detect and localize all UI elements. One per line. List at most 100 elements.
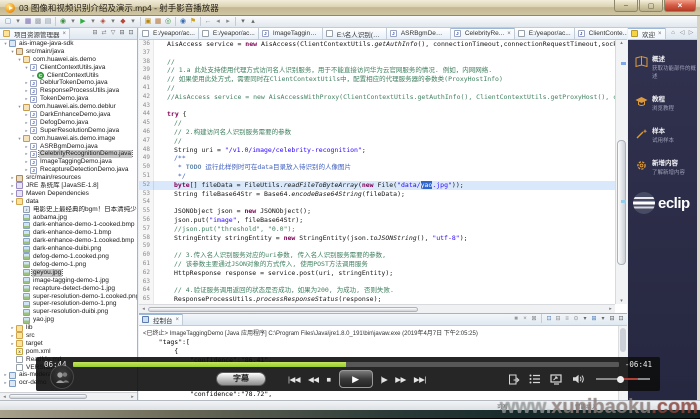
welcome-item[interactable]: 教程浏览教程 <box>635 93 697 112</box>
editor-tab[interactable]: E:/yeapor/ac... <box>139 28 199 40</box>
code-line[interactable]: 55JSONObject json = new JSONObject(); <box>139 207 615 216</box>
tree-item[interactable]: dark-enhance-demo-1.cooked.bmp <box>0 237 137 245</box>
dropdown-icon[interactable]: ▾ <box>68 16 78 27</box>
display-selected-icon[interactable]: ▾ <box>581 314 589 325</box>
code-line[interactable]: 59 <box>139 242 615 251</box>
close-icon[interactable]: × <box>658 31 662 37</box>
frame-step-button[interactable]: |▶ <box>381 375 388 384</box>
expand-icon[interactable]: ▸ <box>23 88 30 94</box>
expand-icon[interactable]: ▸ <box>23 144 30 150</box>
tree-item[interactable]: ▾data <box>0 198 137 206</box>
fast-forward-button[interactable]: ▶▶ <box>395 375 406 384</box>
editor-vscrollbar[interactable]: ▴ ▾ <box>615 40 627 304</box>
clear-console-icon[interactable]: ⊡ <box>545 314 553 325</box>
open-file-icon[interactable] <box>508 374 520 385</box>
code-line[interactable]: 46// 2.构建访问名人识别服务需要的参数 <box>139 128 615 137</box>
scroll-right-icon[interactable]: ▸ <box>606 306 615 312</box>
remove-launch-icon[interactable]: × <box>521 314 529 325</box>
code-line[interactable]: 41// <box>139 84 615 93</box>
run-icon[interactable]: ▶ <box>78 16 88 27</box>
maximize-icon[interactable]: ⊡ <box>127 28 135 39</box>
welcome-item[interactable]: 新增内容了解新增内容 <box>635 157 697 176</box>
skip-back-button[interactable]: |◀◀ <box>288 375 300 384</box>
close-button[interactable]: × <box>664 0 696 12</box>
scroll-up-icon[interactable]: ▴ <box>616 40 627 46</box>
open-console-icon[interactable]: ⊞ <box>590 314 598 325</box>
code-line[interactable]: 37 <box>139 49 615 58</box>
tree-item[interactable]: ▸JSuperResolutionDemo.java <box>0 127 137 135</box>
dropdown-icon[interactable]: ▾ <box>13 16 23 27</box>
collapse-icon[interactable]: ▾ <box>16 136 23 142</box>
prev-annotation-icon[interactable]: ▴ <box>248 16 258 27</box>
tree-item[interactable]: ▸JDefogDemo.java <box>0 119 137 127</box>
save-icon[interactable]: ▦ <box>23 16 33 27</box>
tree-item[interactable]: ▸src/main/resources <box>0 174 137 182</box>
tree-item[interactable]: dark-enhance-demo-1-cooked.bmp <box>0 221 137 229</box>
tree-item[interactable]: ▸Maven Dependencies <box>0 190 137 198</box>
new-class-icon[interactable]: ◎ <box>163 16 173 27</box>
code-line[interactable]: 38// <box>139 58 615 67</box>
code-line[interactable]: 43 <box>139 102 615 111</box>
code-line[interactable]: 36AisAccess service = new AisAccess(Clie… <box>139 40 615 49</box>
terminate-icon[interactable]: ■ <box>512 314 520 325</box>
tree-item[interactable]: ▾com.huawei.ais.demo.image <box>0 135 137 143</box>
expand-icon[interactable]: ▸ <box>9 191 16 197</box>
editor-tab[interactable]: E:\名人识别(人脸... <box>323 28 387 40</box>
expand-icon[interactable]: ▸ <box>9 175 16 181</box>
tree-item[interactable]: ▸JImageTaggingDemo.java <box>0 158 137 166</box>
code-line[interactable]: 40// 如果使用此处方式，需要同时在ClientContextUtils中，配… <box>139 75 615 84</box>
expand-icon[interactable]: ▸ <box>23 96 30 102</box>
subtitle-button[interactable]: 字幕 <box>216 372 266 386</box>
remove-all-launches-icon[interactable]: ⊠ <box>530 314 538 325</box>
seek-bar[interactable] <box>73 362 619 367</box>
tree-item[interactable]: aobama.jpg <box>0 214 137 222</box>
search-icon[interactable]: ◉ <box>178 16 188 27</box>
code-line[interactable]: 42//AisAccess service = new AisAccessWit… <box>139 93 615 102</box>
code-line[interactable]: 63 <box>139 278 615 287</box>
close-icon[interactable]: × <box>176 317 180 323</box>
code-line[interactable]: 60// 3.传入名人识别服务对应的uri参数, 传入名人识别服务需要的参数, <box>139 251 615 260</box>
expand-icon[interactable]: ▸ <box>23 80 30 86</box>
tree-item[interactable]: ▸lib <box>0 324 137 332</box>
collapse-icon[interactable]: ▾ <box>16 57 23 63</box>
expand-icon[interactable]: ▸ <box>23 159 30 165</box>
code-line[interactable]: 52byte[] fileData = FileUtils.readFileTo… <box>139 181 615 190</box>
last-edit-icon[interactable]: ← <box>203 16 213 27</box>
back-icon[interactable]: ◂ <box>213 16 223 27</box>
expand-icon[interactable]: ▸ <box>9 183 16 189</box>
editor-tab[interactable]: E:/yeapor/ac... <box>515 28 575 40</box>
tree-item[interactable]: geyou.jpg <box>0 269 137 277</box>
tab-welcome[interactable]: 欢迎 × <box>628 28 666 40</box>
playlist-icon[interactable] <box>529 374 541 384</box>
tree-item[interactable]: defog-demo-1.cooked.png <box>0 253 137 261</box>
welcome-item[interactable]: 概述获取功能部件的概述 <box>635 53 697 80</box>
minimize-button[interactable]: – <box>614 0 638 12</box>
play-button[interactable]: ▶ <box>339 370 373 388</box>
editor-tab[interactable]: JASRBgmDemo.java <box>387 28 451 40</box>
next-annotation-icon[interactable]: ▾ <box>238 16 248 27</box>
tree-item[interactable]: ▾src/main/java <box>0 48 137 56</box>
tree-item[interactable]: dark-enhance-demo-1.bmp <box>0 229 137 237</box>
forward-icon[interactable]: ▷ <box>687 28 695 39</box>
collapse-icon[interactable]: ▾ <box>2 41 9 47</box>
expand-icon[interactable]: ▸ <box>30 73 37 79</box>
tree-item[interactable]: ▾ais-image-java-sdk <box>0 40 137 48</box>
code-line[interactable]: 47// <box>139 137 615 146</box>
tree-item[interactable]: defog-demo-1.png <box>0 261 137 269</box>
skip-forward-button[interactable]: ▶▶| <box>414 375 426 384</box>
code-line[interactable]: 39// 1.a 此处支持使用代理方式访问名人识别服务，用于不能直接访问华为云官… <box>139 66 615 75</box>
scroll-left-icon[interactable]: ◂ <box>0 394 9 400</box>
tree-item[interactable]: ▸JRE 系统库 [JavaSE-1.8] <box>0 182 137 190</box>
expand-icon[interactable]: ▸ <box>9 325 16 331</box>
editor-tab[interactable]: JImageTagging... <box>259 28 323 40</box>
expand-icon[interactable]: ▸ <box>9 333 16 339</box>
maximize-icon[interactable]: ⊡ <box>617 314 625 325</box>
collapse-all-icon[interactable]: ⊟ <box>91 28 99 39</box>
maximize-button[interactable]: ▢ <box>639 0 663 12</box>
collapse-icon[interactable]: ▾ <box>9 199 16 205</box>
scroll-left-icon[interactable]: ◂ <box>139 306 148 312</box>
editor-tab[interactable]: JClientConte... <box>575 28 627 40</box>
dropdown-icon[interactable]: ▾ <box>108 16 118 27</box>
scroll-lock-icon[interactable]: ⊟ <box>554 314 562 325</box>
rewind-button[interactable]: ◀◀ <box>308 375 319 384</box>
